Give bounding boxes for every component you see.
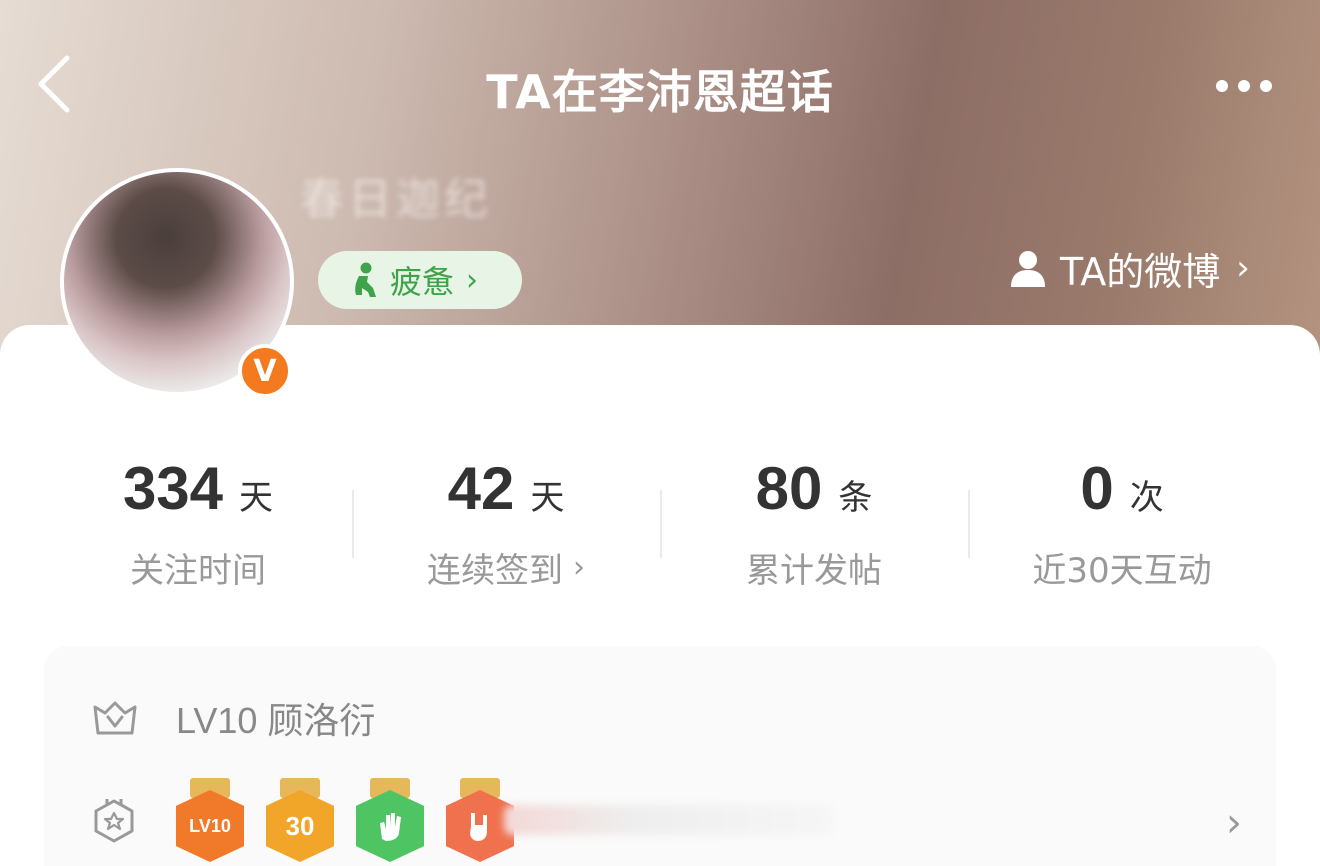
medal-body: LV10 xyxy=(176,790,244,862)
user-icon xyxy=(1011,251,1045,287)
stat-label-text: 近30天互动 xyxy=(1032,551,1212,591)
more-button[interactable] xyxy=(1204,64,1284,108)
chevron-right-icon: › xyxy=(573,550,585,585)
stat-follow-time: 334 天 关注时间 xyxy=(44,440,352,620)
level-title: LV10 顾洛衍 xyxy=(176,700,376,741)
badge-icon xyxy=(94,799,134,843)
stat-label-text: 连续签到 xyxy=(427,551,563,591)
stat-unit: 次 xyxy=(1129,478,1164,518)
stat-value: 334 xyxy=(122,455,224,522)
more-dot xyxy=(1260,80,1272,92)
medal-list: LV10 30 xyxy=(176,778,514,862)
more-dot xyxy=(1216,80,1228,92)
medal-lv10: LV10 xyxy=(176,778,244,862)
medal-body xyxy=(356,790,424,862)
stats-row: 334 天 关注时间 42 天 连续签到 › 80 条 累计发帖 0 次 近30 xyxy=(44,440,1276,620)
stat-label: 关注时间 xyxy=(130,543,266,592)
medal-hand-wave xyxy=(356,778,424,862)
stat-unit: 天 xyxy=(239,478,274,518)
stat-label: 累计发帖 xyxy=(746,543,882,592)
stat-unit: 天 xyxy=(530,478,565,518)
obscured-badges xyxy=(504,805,834,835)
chevron-right-icon: › xyxy=(466,262,479,298)
stat-checkin-streak[interactable]: 42 天 连续签到 › xyxy=(352,440,660,620)
mood-status-button[interactable]: 疲惫 › xyxy=(318,251,522,309)
chevron-right-icon: › xyxy=(1236,248,1250,288)
level-row: LV10 顾洛衍 xyxy=(92,690,375,746)
weibo-link-label: TA的微博 xyxy=(1060,249,1221,294)
stat-label-text: 关注时间 xyxy=(130,551,266,591)
medal-body: 30 xyxy=(266,790,334,862)
crown-icon xyxy=(93,701,137,735)
info-panel: LV10 顾洛衍 LV10 30 › xyxy=(44,646,1276,866)
chevron-right-icon[interactable]: › xyxy=(1226,800,1242,846)
verified-badge: V xyxy=(238,344,292,398)
badge-row[interactable]: LV10 30 › xyxy=(92,770,1242,866)
stat-unit: 条 xyxy=(838,478,873,518)
stat-label[interactable]: 连续签到 › xyxy=(427,543,585,592)
stat-value: 42 xyxy=(447,455,515,522)
stat-value: 0 xyxy=(1080,455,1114,522)
stat-label: 近30天互动 xyxy=(1032,543,1211,592)
username: 春日迦纪 xyxy=(300,174,492,225)
stat-total-posts: 80 条 累计发帖 xyxy=(660,440,968,620)
stat-value: 80 xyxy=(755,455,823,522)
ta-weibo-link[interactable]: TA的微博 › xyxy=(1008,240,1250,296)
rock-hand-icon xyxy=(470,813,487,841)
avatar-wrapper[interactable]: V xyxy=(60,168,294,398)
medal-30-days: 30 xyxy=(266,778,334,862)
page-title: TA在李沛恩超话 xyxy=(486,65,834,119)
hand-icon xyxy=(380,813,401,841)
person-sitting-icon xyxy=(355,262,376,297)
more-dot xyxy=(1238,80,1250,92)
stat-label-text: 累计发帖 xyxy=(746,551,882,591)
mood-label: 疲惫 xyxy=(390,263,455,301)
stat-interactions: 0 次 近30天互动 xyxy=(968,440,1276,620)
